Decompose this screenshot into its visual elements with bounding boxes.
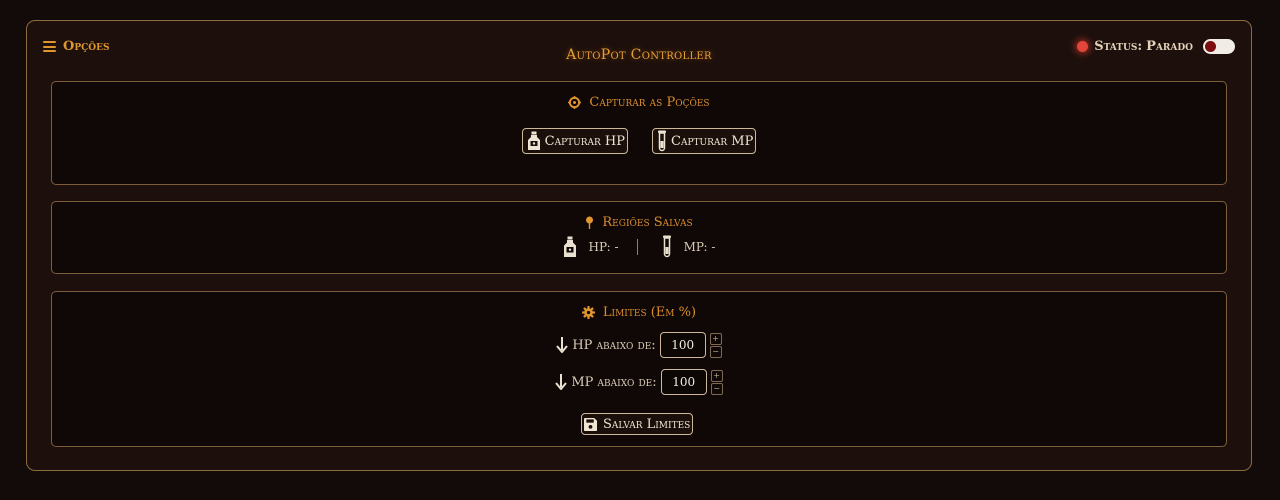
status-label: Status: (1094, 39, 1143, 54)
regions-values: HP: - MP: - (52, 235, 1226, 258)
hp-limit-label-text: HP abaixo de: (572, 337, 656, 353)
mp-region: MP: - (662, 235, 716, 258)
hp-limit-stepper: + − (709, 332, 722, 358)
arrow-down-icon (555, 374, 568, 390)
save-limits-button[interactable]: Salvar Limites (581, 413, 694, 435)
hp-limit-label: HP abaixo de: (556, 337, 656, 353)
mp-limit-input[interactable] (660, 369, 707, 395)
gear-icon (581, 306, 595, 319)
mp-limit-label: MP abaixo de: (555, 374, 657, 390)
autopot-window: Opções AutoPot Controller Status: Parado… (26, 20, 1252, 471)
potion-bottle-icon (563, 236, 576, 257)
arrow-down-icon (556, 337, 569, 353)
hp-region-value: HP: - (588, 239, 619, 254)
regions-panel-title: Regiões Salvas (52, 215, 1226, 230)
toggle-knob (1205, 41, 1216, 52)
saved-regions-panel: Regiões Salvas HP: - MP: - (51, 201, 1227, 274)
floppy-disk-icon (584, 417, 597, 431)
app-title: AutoPot Controller (566, 47, 712, 63)
limits-title-text: Limites (Em %) (602, 305, 697, 320)
pin-icon (586, 216, 594, 229)
capture-buttons: Capturar HP Capturar MP (52, 128, 1226, 154)
status-area: Status: Parado (1077, 39, 1235, 54)
mp-limit-row: MP abaixo de: + − (52, 369, 1226, 395)
capture-panel-title: Capturar as Poções (52, 95, 1226, 110)
mp-limit-stepper: + − (710, 369, 723, 395)
hp-region: HP: - (563, 236, 619, 258)
hp-limit-row: HP abaixo de: + − (52, 332, 1226, 358)
mp-decrement-button[interactable]: − (710, 382, 723, 395)
capture-panel: Capturar as Poções Capturar HP Capturar (51, 81, 1227, 185)
test-tube-icon (662, 235, 671, 258)
capture-hp-label: Capturar HP (544, 133, 625, 149)
capture-mp-button[interactable]: Capturar MP (652, 128, 757, 154)
run-toggle[interactable] (1203, 39, 1235, 54)
hp-limit-input[interactable] (659, 332, 706, 358)
capture-mp-label: Capturar MP (671, 133, 754, 149)
test-tube-icon (658, 130, 666, 152)
capture-hp-button[interactable]: Capturar HP (521, 128, 628, 154)
regions-separator (636, 238, 638, 255)
mp-limit-label-text: MP abaixo de: (571, 374, 657, 390)
status-value: Parado (1146, 39, 1193, 54)
limits-panel-title: Limites (Em %) (52, 305, 1226, 320)
mp-increment-button[interactable]: + (710, 369, 723, 382)
mp-region-value: MP: - (683, 239, 716, 254)
potion-bottle-icon (527, 131, 540, 150)
crosshair-icon (568, 96, 582, 109)
hp-decrement-button[interactable]: − (709, 345, 722, 358)
limits-panel: Limites (Em %) HP abaixo de: + − (51, 291, 1227, 447)
hp-increment-button[interactable]: + (709, 332, 722, 345)
status-indicator-dot (1077, 41, 1089, 52)
regions-title-text: Regiões Salvas (602, 215, 693, 230)
save-limits-label: Salvar Limites (603, 416, 691, 432)
capture-title-text: Capturar as Poções (589, 95, 710, 110)
